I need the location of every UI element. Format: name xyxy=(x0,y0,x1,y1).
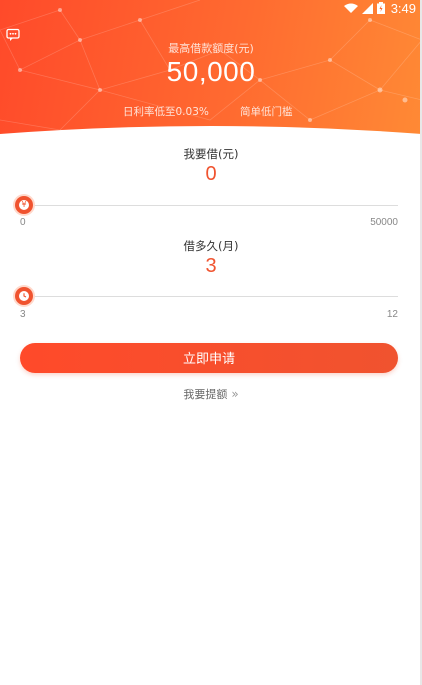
apply-now-button[interactable]: 立即申请 xyxy=(20,343,398,373)
term-slider-thumb[interactable] xyxy=(15,287,33,305)
yen-icon: ¥ xyxy=(19,200,29,210)
status-bar: 3:49 xyxy=(343,0,422,16)
raise-limit-link[interactable]: 我要提额» xyxy=(0,386,422,402)
amount-max-label: 50000 xyxy=(370,217,398,228)
double-chevron-right-icon: » xyxy=(231,387,239,401)
term-value: 3 xyxy=(205,255,217,277)
max-limit-value: 50,000 xyxy=(166,56,256,87)
amount-slider[interactable]: ¥ xyxy=(15,196,398,214)
term-max-label: 12 xyxy=(386,309,398,320)
header-banner: 3:49 最高借款额度(元) 50,000 日利率低至0.03% 简单低门槛 xyxy=(0,0,422,150)
amount-slider-thumb[interactable]: ¥ xyxy=(15,196,33,214)
clock-icon xyxy=(19,291,29,301)
raise-limit-label: 我要提额 xyxy=(183,388,228,401)
amount-value: 0 xyxy=(205,163,217,185)
amount-min-label: 0 xyxy=(20,217,26,228)
term-slider[interactable] xyxy=(15,287,398,305)
wifi-icon xyxy=(343,3,358,13)
max-limit-label: 最高借款额度(元) xyxy=(168,42,254,55)
battery-icon xyxy=(376,2,385,14)
term-min-label: 3 xyxy=(20,309,26,320)
signal-icon xyxy=(361,2,373,14)
amount-title: 我要借(元) xyxy=(183,147,239,161)
term-title: 借多久(月) xyxy=(183,239,239,253)
status-time: 3:49 xyxy=(390,0,416,16)
header-curve xyxy=(0,126,422,150)
